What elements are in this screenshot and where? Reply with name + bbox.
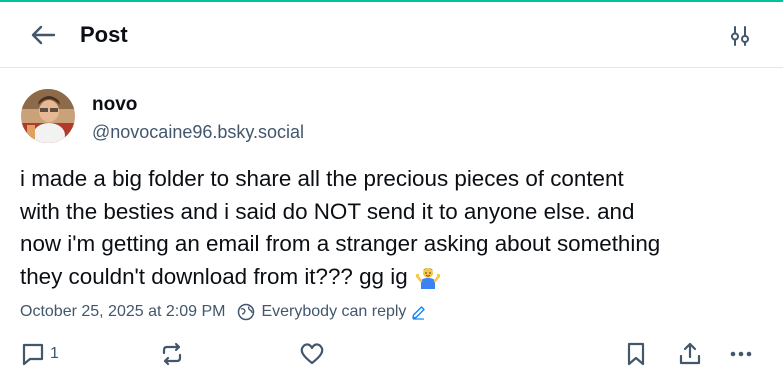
avatar-image bbox=[21, 89, 75, 143]
reply-setting-label: Everybody can reply bbox=[261, 303, 407, 320]
reply-setting-link[interactable]: Everybody can reply bbox=[261, 303, 426, 321]
share-icon bbox=[679, 342, 701, 365]
author-display-name[interactable]: novo bbox=[92, 93, 137, 117]
arrow-left-icon bbox=[31, 25, 56, 45]
share-button[interactable] bbox=[677, 340, 703, 368]
bookmark-icon bbox=[627, 342, 645, 366]
like-button[interactable] bbox=[299, 340, 325, 368]
post-body: i made a big folder to share all the pre… bbox=[20, 163, 770, 293]
reply-count: 1 bbox=[50, 345, 59, 362]
person-shrugging-emoji bbox=[415, 265, 441, 289]
post-meta: October 25, 2025 at 2:09 PM Everybody ca… bbox=[20, 301, 426, 323]
ellipsis-icon bbox=[730, 351, 752, 357]
reply-button[interactable]: 1 bbox=[20, 340, 59, 368]
post-text: i made a big folder to share all the pre… bbox=[20, 166, 661, 289]
reply-bubble-icon bbox=[22, 343, 44, 366]
repost-button[interactable] bbox=[159, 340, 185, 368]
heart-icon bbox=[300, 343, 324, 365]
more-options-button[interactable] bbox=[728, 340, 754, 368]
avatar[interactable] bbox=[21, 89, 75, 143]
sliders-icon bbox=[731, 26, 749, 46]
globe-icon bbox=[237, 303, 255, 321]
author-handle[interactable]: @novocaine96.bsky.social bbox=[92, 120, 304, 144]
post-timestamp[interactable]: October 25, 2025 at 2:09 PM bbox=[20, 303, 225, 321]
bookmark-button[interactable] bbox=[623, 340, 649, 368]
repost-icon bbox=[162, 342, 182, 366]
back-button[interactable] bbox=[26, 20, 60, 50]
pencil-icon bbox=[411, 305, 426, 320]
page-title: Post bbox=[80, 22, 128, 47]
thread-settings-button[interactable] bbox=[727, 23, 753, 49]
post-header: Post bbox=[0, 2, 783, 68]
